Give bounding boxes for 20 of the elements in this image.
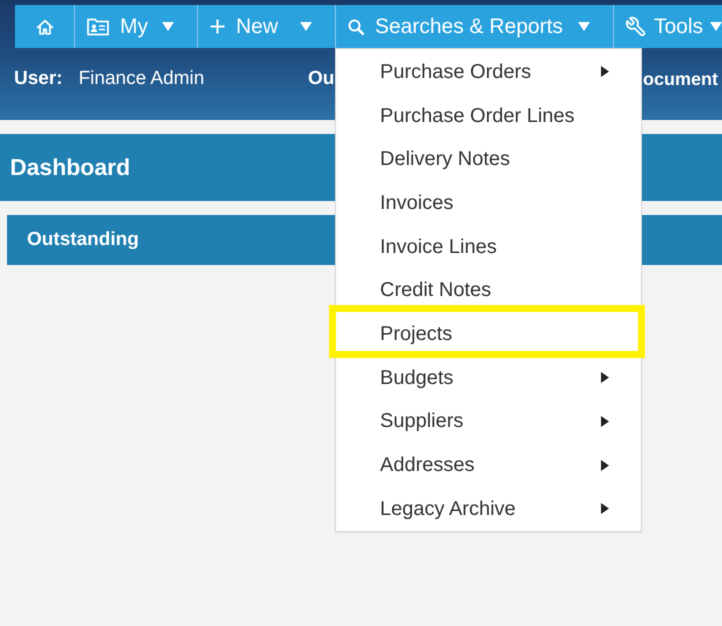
- menu-item[interactable]: Invoice Lines: [336, 232, 641, 261]
- wrench-icon: [625, 16, 647, 38]
- contact-folder-icon: [87, 18, 109, 36]
- plus-icon: [210, 19, 225, 34]
- menu-item[interactable]: Credit Notes: [336, 276, 641, 304]
- menu-item[interactable]: Suppliers: [336, 407, 641, 436]
- user-label: User:: [14, 68, 63, 90]
- menu-item[interactable]: Purchase Order Lines: [336, 102, 641, 130]
- search-icon: [348, 18, 364, 34]
- field-label: ocument: [643, 68, 718, 90]
- menu-item[interactable]: Delivery Notes: [336, 145, 641, 174]
- home-icon: [36, 18, 54, 36]
- menu-item[interactable]: Budgets: [336, 364, 641, 392]
- user-name: Finance Admin: [78, 68, 204, 90]
- menu-item[interactable]: Addresses: [336, 451, 641, 480]
- field-label: Ou: [308, 68, 334, 90]
- menu-item[interactable]: Projects: [329, 304, 645, 358]
- home-button[interactable]: [15, 5, 74, 48]
- menu-item[interactable]: Legacy Archive: [336, 494, 641, 523]
- menu-item[interactable]: Purchase Orders: [336, 58, 641, 86]
